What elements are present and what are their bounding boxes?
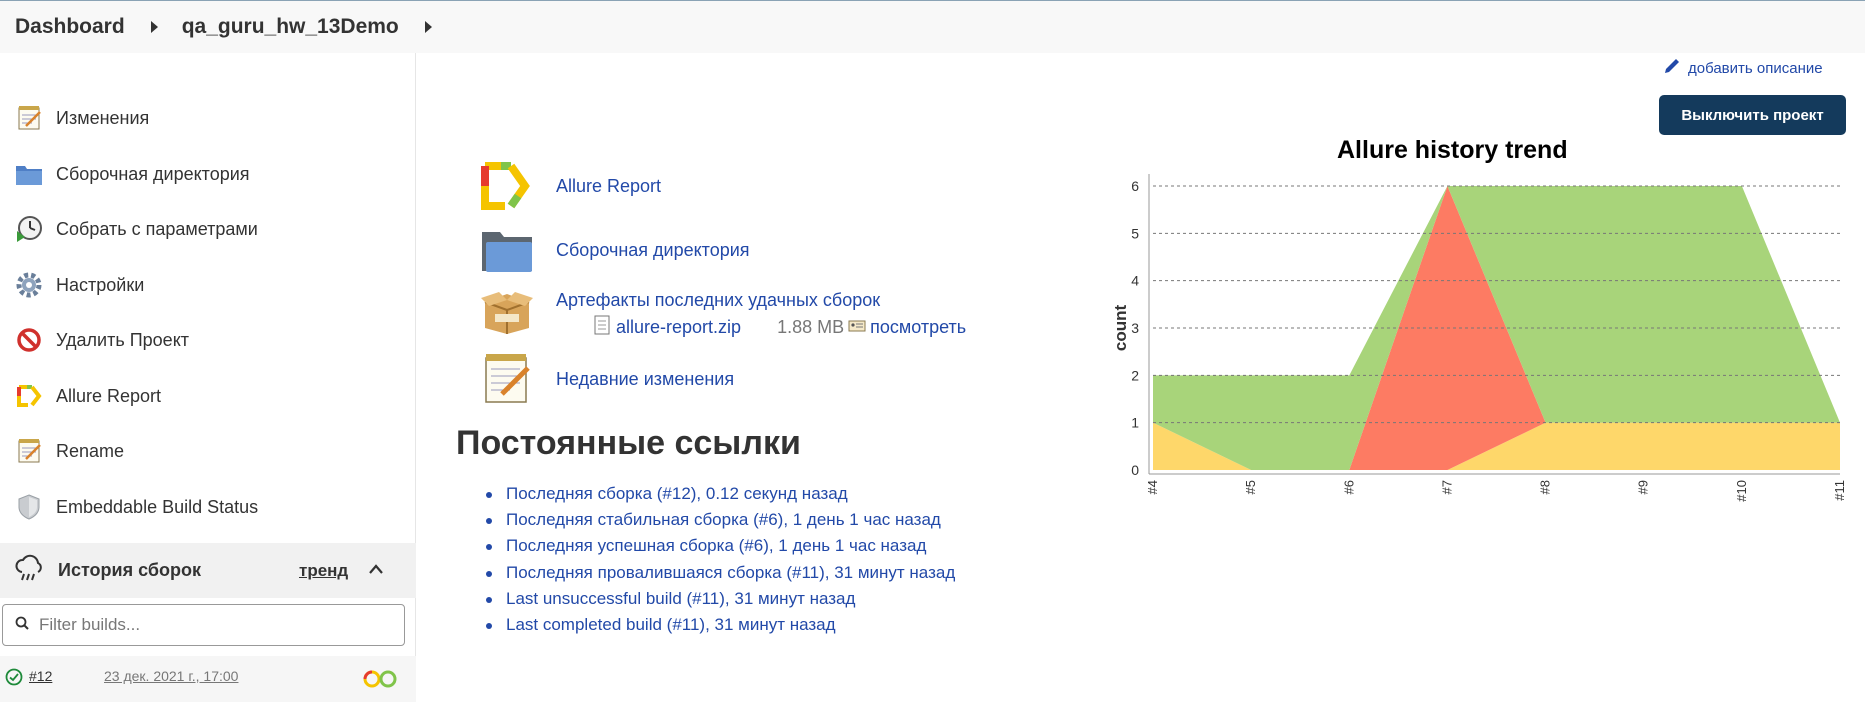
recent-changes-link[interactable]: Недавние изменения: [556, 369, 734, 390]
shield-icon: [14, 492, 44, 522]
permalink-last-stable[interactable]: Последняя стабильная сборка (#6), 1 день…: [506, 510, 941, 529]
sidebar-item-rename[interactable]: Rename: [14, 431, 124, 471]
artifacts-link[interactable]: Артефакты последних удачных сборок: [556, 290, 880, 311]
artifact-view-link[interactable]: посмотреть: [870, 317, 966, 338]
y-tick-label: 3: [1131, 320, 1139, 336]
x-tick-label: #5: [1243, 480, 1258, 494]
list-item: Last completed build (#11), 31 минут наз…: [486, 615, 955, 641]
file-icon: [594, 315, 610, 340]
breadcrumb: Dashboard qa_guru_hw_13Demo: [0, 0, 1865, 53]
y-tick-label: 6: [1131, 178, 1139, 194]
permalink-last-build[interactable]: Последняя сборка (#12), 0.12 секунд наза…: [506, 484, 848, 503]
recent-changes-link-row: Недавние изменения: [478, 353, 734, 405]
clock-play-icon: [14, 214, 44, 244]
workspace-link-row: Сборочная директория: [478, 224, 750, 276]
folder-icon: [478, 224, 536, 276]
y-axis-label: count: [1111, 305, 1130, 352]
build-history-title: История сборок: [58, 560, 201, 580]
artifact-size: 1.88 MB: [777, 317, 845, 337]
x-tick-label: #11: [1832, 480, 1847, 501]
allure-badge-icon[interactable]: [362, 670, 400, 693]
sidebar-item-label: Allure Report: [56, 385, 162, 406]
gear-icon: [14, 270, 44, 300]
sidebar-item-settings[interactable]: Настройки: [14, 265, 144, 305]
x-tick-label: #7: [1439, 480, 1454, 494]
list-item: Последняя стабильная сборка (#6), 1 день…: [486, 510, 955, 536]
sidebar-item-delete-project[interactable]: Удалить Проект: [14, 320, 189, 360]
allure-logo-icon: [478, 160, 536, 212]
list-item: Last unsuccessful build (#11), 31 минут …: [486, 589, 955, 615]
sidebar-item-allure-report[interactable]: Allure Report: [14, 376, 161, 416]
breadcrumb-dashboard[interactable]: Dashboard: [15, 15, 125, 39]
permalink-last-successful[interactable]: Последняя успешная сборка (#6), 1 день 1…: [506, 536, 926, 555]
sidebar-item-label: Сборочная директория: [56, 163, 250, 184]
breadcrumb-chevron-icon[interactable]: [150, 21, 158, 33]
list-item: Последняя провалившаяся сборка (#11), 31…: [486, 563, 955, 589]
allure-history-trend-chart[interactable]: 0 1 2 3 4 5 6 #4 #5 #6 #7 #8 #9 #10 #11 count: [1100, 160, 1850, 520]
y-tick-label: 2: [1131, 367, 1139, 383]
artifact-row: allure-report.zip 1.88 MB посмотреть: [594, 315, 966, 340]
build-history-header: История сборок тренд: [0, 543, 416, 598]
add-description-link[interactable]: добавить описание: [1662, 56, 1823, 80]
filter-builds-input[interactable]: [39, 615, 379, 635]
x-tick-label: #8: [1538, 480, 1553, 494]
x-tick-label: #9: [1636, 480, 1651, 494]
breadcrumb-chevron-icon[interactable]: [424, 21, 432, 33]
y-tick-label: 4: [1131, 273, 1139, 289]
trend-link[interactable]: тренд: [299, 561, 348, 581]
y-tick-label: 1: [1131, 415, 1139, 431]
view-card-icon: [848, 317, 866, 338]
x-tick-label: #4: [1145, 480, 1160, 494]
sidebar-item-label: Удалить Проект: [56, 329, 190, 350]
artifact-file-link[interactable]: allure-report.zip: [616, 317, 741, 338]
list-item: Последняя сборка (#12), 0.12 секунд наза…: [486, 484, 955, 510]
chevron-up-icon[interactable]: [368, 562, 384, 580]
allure-icon: [14, 381, 44, 411]
list-item: Последняя успешная сборка (#6), 1 день 1…: [486, 536, 955, 562]
permalink-last-completed[interactable]: Last completed build (#11), 31 минут наз…: [506, 615, 836, 634]
filter-builds-field: [2, 604, 405, 646]
permalinks-list: Последняя сборка (#12), 0.12 секунд наза…: [486, 484, 955, 641]
sidebar-item-label: Rename: [56, 440, 125, 461]
pencil-icon: [1662, 56, 1682, 80]
sidebar-item-embeddable-status[interactable]: Embeddable Build Status: [14, 487, 258, 527]
no-entry-icon: [14, 325, 44, 355]
add-description-label: добавить описание: [1688, 59, 1823, 77]
permalink-last-failed[interactable]: Последняя провалившаяся сборка (#11), 31…: [506, 563, 955, 582]
sidebar-item-label: Embeddable Build Status: [56, 496, 259, 517]
notepad-icon: [478, 353, 536, 405]
sidebar-item-label: Настройки: [56, 274, 145, 295]
notepad-icon: [14, 436, 44, 466]
allure-report-link[interactable]: Allure Report: [556, 176, 661, 197]
disable-project-button[interactable]: Выключить проект: [1659, 95, 1846, 135]
build-row: #12 23 дек. 2021 г., 17:00: [0, 656, 416, 702]
package-box-icon: [478, 285, 536, 337]
workspace-link[interactable]: Сборочная директория: [556, 240, 750, 261]
sidebar-item-label: Собрать с параметрами: [56, 218, 258, 239]
build-date-link[interactable]: 23 дек. 2021 г., 17:00: [104, 668, 238, 684]
sidebar-item-build-with-params[interactable]: Собрать с параметрами: [14, 209, 258, 249]
permalink-last-unsuccessful[interactable]: Last unsuccessful build (#11), 31 минут …: [506, 589, 855, 608]
breadcrumb-project[interactable]: qa_guru_hw_13Demo: [182, 15, 399, 39]
folder-icon: [14, 159, 44, 189]
sidebar-item-changes[interactable]: Изменения: [14, 98, 149, 138]
cloud-rain-icon: [14, 554, 44, 587]
sidebar: Изменения Сборочная директория Собрать с…: [0, 53, 416, 702]
notepad-icon: [14, 103, 44, 133]
allure-report-link-row: Allure Report: [478, 160, 661, 212]
y-tick-label: 0: [1131, 462, 1139, 478]
success-check-icon: [5, 668, 23, 691]
build-number-link[interactable]: #12: [29, 668, 52, 684]
sidebar-item-label: Изменения: [56, 107, 150, 128]
search-icon: [15, 616, 29, 635]
x-tick-label: #6: [1341, 480, 1356, 494]
x-tick-label: #10: [1734, 480, 1749, 502]
permalinks-title: Постоянные ссылки: [456, 424, 801, 462]
sidebar-item-workspace[interactable]: Сборочная директория: [14, 154, 250, 194]
y-tick-label: 5: [1131, 225, 1139, 241]
